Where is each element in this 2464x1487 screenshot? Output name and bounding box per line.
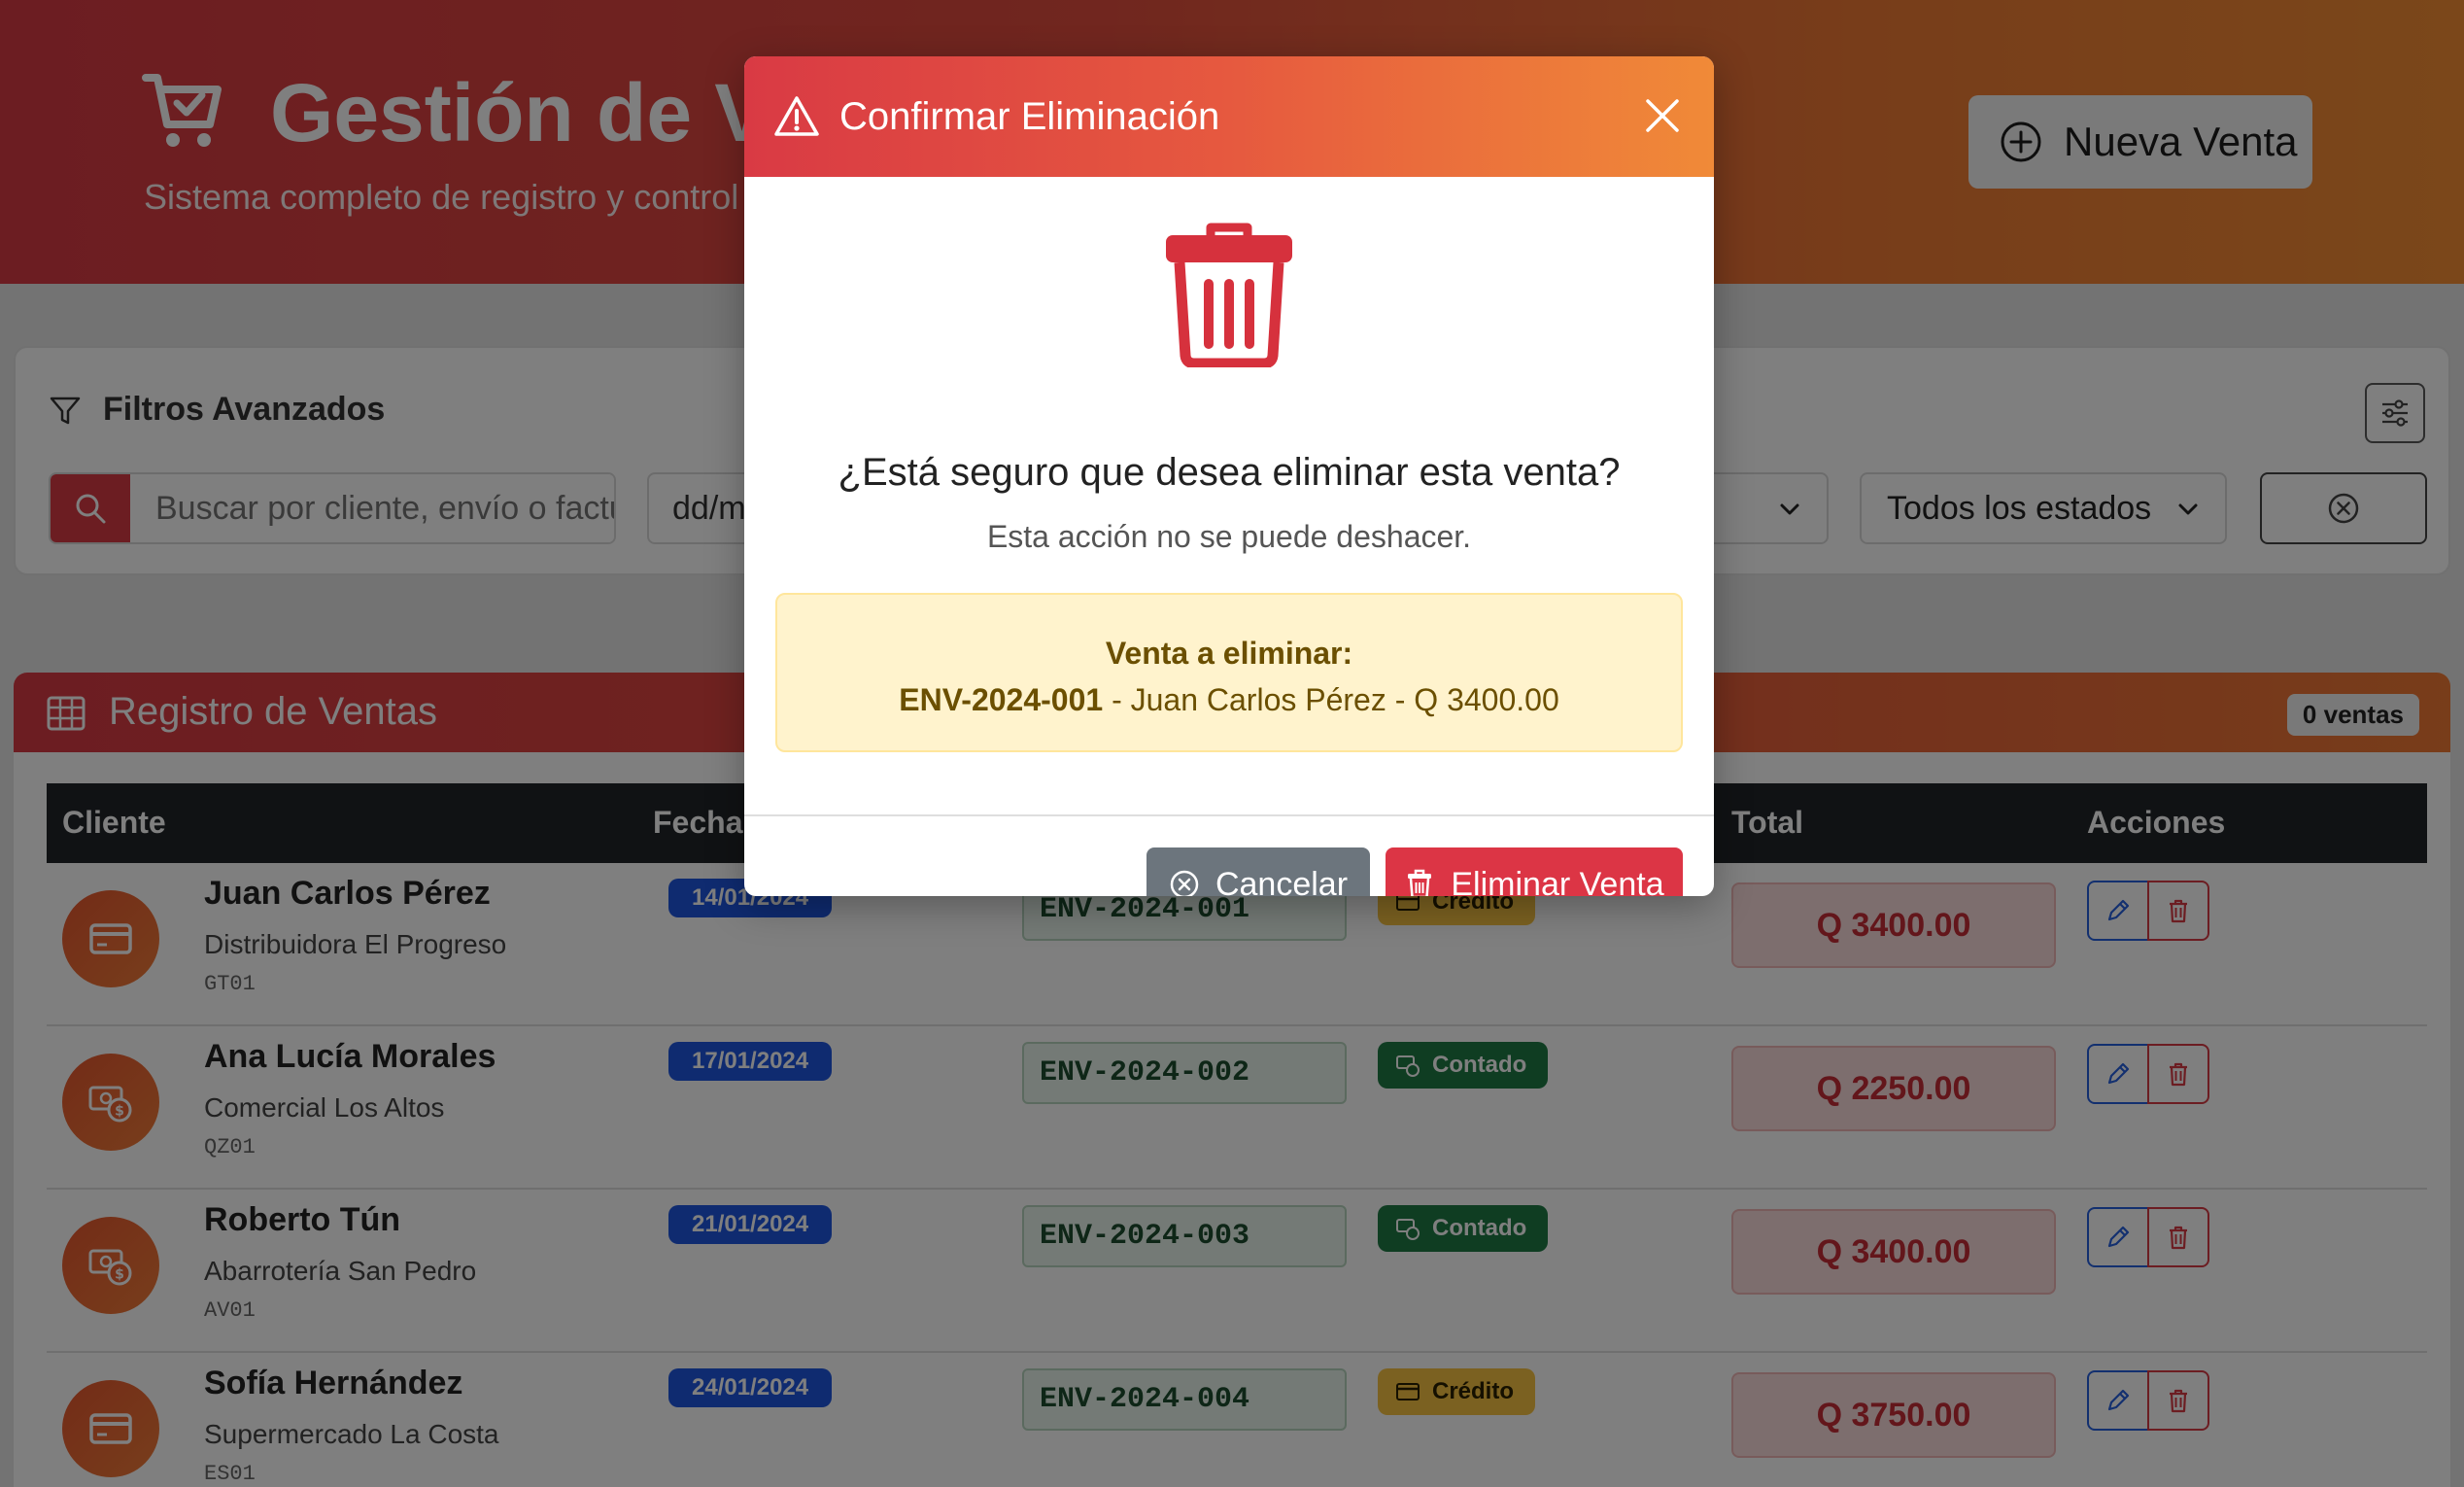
sale-summary-details: ENV-2024-001 - Juan Carlos Pérez - Q 340… xyxy=(777,682,1681,718)
modal-footer-divider xyxy=(744,814,1714,816)
confirm-question: ¿Está seguro que desea eliminar esta ven… xyxy=(838,451,1621,494)
sale-summary-label: Venta a eliminar: xyxy=(1105,636,1353,671)
delete-sale-label: Eliminar Venta xyxy=(1451,865,1664,897)
trash-icon xyxy=(1408,869,1432,896)
confirm-subtext: Esta acción no se puede deshacer. xyxy=(986,519,1472,554)
x-circle-icon xyxy=(1170,870,1199,896)
trash-icon xyxy=(1166,223,1292,367)
warning-triangle-icon xyxy=(774,96,819,136)
close-icon[interactable] xyxy=(1640,93,1685,138)
cancel-label: Cancelar xyxy=(1215,865,1349,897)
cancel-button[interactable]: Cancelar xyxy=(1146,847,1370,896)
modal-header: Confirmar Eliminación xyxy=(744,56,1714,177)
sale-summary-box: Venta a eliminar: ENV-2024-001 - Juan Ca… xyxy=(775,593,1683,752)
sale-summary-info: - Juan Carlos Pérez - Q 3400.00 xyxy=(1103,682,1559,717)
sale-summary-id: ENV-2024-001 xyxy=(899,682,1104,717)
delete-sale-button[interactable]: Eliminar Venta xyxy=(1386,847,1683,896)
confirm-delete-modal: Confirmar Eliminación ¿Está seguro que d… xyxy=(744,56,1714,896)
modal-title: Confirmar Eliminación xyxy=(839,95,1220,138)
